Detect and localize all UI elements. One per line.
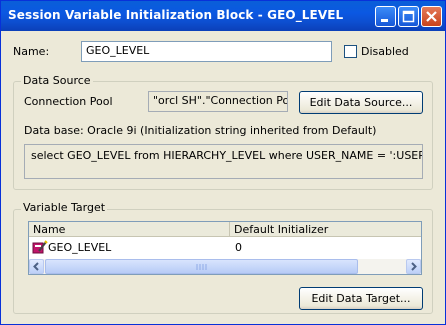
scroll-thumb[interactable] bbox=[45, 259, 358, 274]
name-input[interactable]: GEO_LEVEL bbox=[81, 41, 332, 62]
disabled-checkbox[interactable] bbox=[344, 45, 357, 58]
row-default: 0 bbox=[235, 241, 242, 254]
edit-data-source-button[interactable]: Edit Data Source... bbox=[299, 91, 423, 114]
scroll-right-button[interactable] bbox=[406, 259, 421, 274]
close-icon bbox=[426, 11, 437, 22]
connection-pool-value: "orcl SH"."Connection Pool" bbox=[148, 91, 288, 112]
dialog-window: Session Variable Initialization Block - … bbox=[0, 0, 446, 325]
maximize-icon bbox=[402, 10, 415, 23]
connection-pool-label: Connection Pool bbox=[24, 95, 113, 108]
sql-statement[interactable]: select GEO_LEVEL from HIERARCHY_LEVEL wh… bbox=[24, 144, 423, 179]
data-source-legend: Data Source bbox=[21, 74, 93, 87]
chevron-left-icon bbox=[33, 262, 39, 271]
variable-target-legend: Variable Target bbox=[21, 201, 108, 214]
close-button[interactable] bbox=[421, 6, 442, 27]
maximize-button[interactable] bbox=[398, 6, 419, 27]
disabled-label: Disabled bbox=[361, 45, 409, 58]
variable-table: Name Default Initializer GEO_LEVEL 0 bbox=[28, 221, 422, 275]
title-bar[interactable]: Session Variable Initialization Block - … bbox=[1, 1, 445, 31]
variable-icon bbox=[32, 240, 48, 257]
edit-data-target-button[interactable]: Edit Data Target... bbox=[299, 287, 423, 310]
column-header-default[interactable]: Default Initializer bbox=[230, 222, 421, 237]
row-name: GEO_LEVEL bbox=[48, 241, 112, 254]
table-row[interactable]: GEO_LEVEL 0 bbox=[29, 237, 421, 257]
column-header-name[interactable]: Name bbox=[29, 222, 230, 237]
minimize-button[interactable] bbox=[375, 6, 396, 27]
minimize-icon bbox=[381, 19, 388, 22]
scroll-left-button[interactable] bbox=[29, 259, 44, 274]
window-title: Session Variable Initialization Block - … bbox=[8, 8, 344, 22]
horizontal-scrollbar[interactable] bbox=[29, 259, 421, 274]
chevron-right-icon bbox=[411, 262, 417, 271]
name-label: Name: bbox=[13, 45, 50, 58]
grip-icon bbox=[196, 264, 207, 270]
database-info: Data base: Oracle 9i (Initialization str… bbox=[24, 124, 377, 137]
